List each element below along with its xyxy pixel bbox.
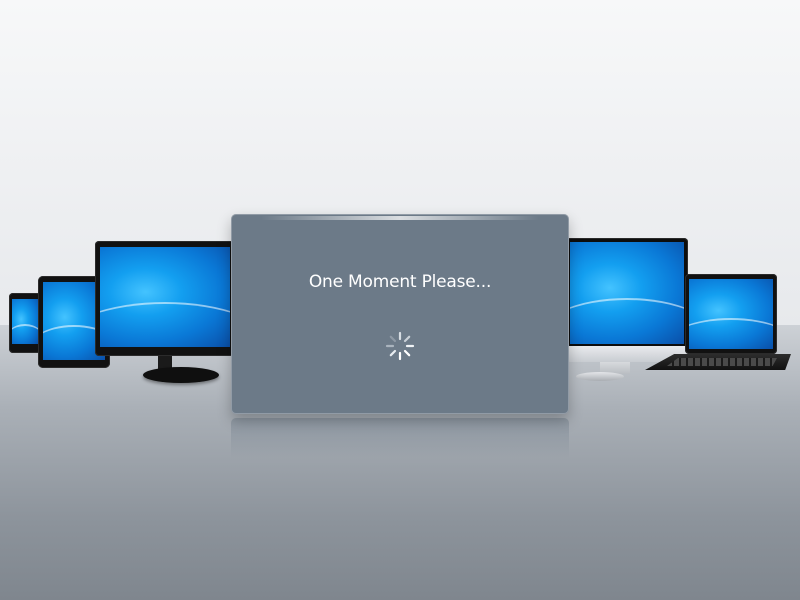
dialog-top-highlight [261, 216, 539, 220]
dialog-reflection [231, 418, 569, 458]
loading-spinner-icon [385, 331, 415, 361]
loading-title: One Moment Please... [308, 272, 492, 292]
small-tablet-image [9, 293, 41, 353]
monitor-image [95, 241, 235, 387]
laptop-image [645, 274, 793, 376]
loading-dialog: One Moment Please... [231, 214, 569, 414]
